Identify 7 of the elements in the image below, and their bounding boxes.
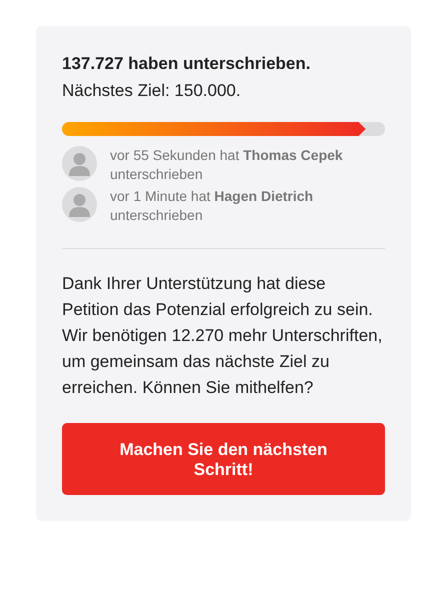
avatar-icon bbox=[62, 146, 97, 181]
next-goal: Nächstes Ziel: 150.000. bbox=[62, 80, 242, 102]
appeal-text: Dank Ihrer Unterstützung hat diese Petition das Potenzial erfolgreich zu sein. Wir benötigen 12.270 mehr Unterschriften, um gemeinsam das nächste Ziel zu erreichen. Können Sie mithelfen? bbox=[62, 273, 384, 399]
avatar-icon bbox=[62, 187, 97, 222]
signature-count: 137.727 haben unterschrieben. bbox=[62, 53, 312, 75]
next-step-button[interactable]: Machen Sie den nächsten Schritt! bbox=[62, 423, 385, 495]
signer-text: vor 1 Minute hat Hagen Dietrich unterschrieben bbox=[110, 187, 314, 225]
